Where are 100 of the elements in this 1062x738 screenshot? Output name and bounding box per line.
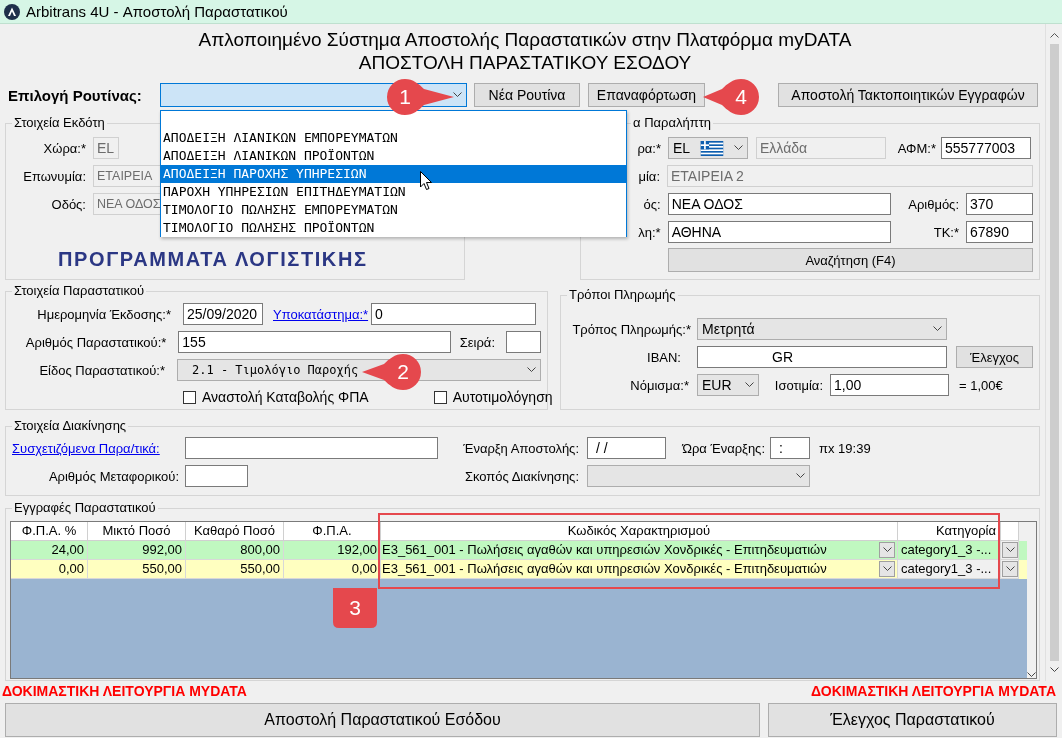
input-field[interactable]: ΝΕΑ ΟΔΟΣ [667,193,891,215]
app-icon [4,3,20,20]
scroll-down-icon [1049,667,1059,673]
dropdown-option[interactable]: ΤΙΜΟΛΟΓΙΟ ΠΩΛΗΣΗΣ ΕΜΠΟΡΕΥΜΑΤΩΝ [161,201,626,219]
chevron-down-icon [933,326,942,332]
field-label: Σειρά: [458,334,495,350]
input-field[interactable]: 370 [966,193,1033,215]
country-dropdown[interactable]: EL [668,137,748,159]
section-title: Στοιχεία Διακίνησης [13,418,128,434]
checkbox[interactable] [183,390,196,404]
input-field[interactable]: : [770,437,810,459]
chevron-down-icon [527,367,536,373]
input-field[interactable]: 25/09/2020 [183,303,263,325]
routine-label: Επιλογή Ρουτίνας: [7,86,143,104]
section-title: Εγγραφές Παραστατικού [13,500,157,516]
input-field[interactable]: / / [587,437,666,459]
field-label: Ισοτιμία: [773,377,823,393]
dropdown-option[interactable]: ΑΠΟΔΕΙΞΗ ΠΑΡΟΧΗΣ ΥΠΗΡΕΣΙΩΝ [161,165,626,183]
currency-dropdown[interactable]: EUR [697,374,759,396]
field-label: Τρόπος Πληρωμής:* [571,321,691,337]
dropdown-option[interactable]: ΑΠΟΔΕΙΞΗ ΛΙΑΝΙΚΩΝ ΠΡΟΪΟΝΤΩΝ [161,147,626,165]
input-field[interactable]: GR [697,346,947,368]
send-records-button[interactable]: Αποστολή Τακτοποιητικών Εγγραφών [778,83,1038,107]
column-header: Φ.Π.Α. [284,522,381,541]
chevron-down-icon [453,92,462,98]
dropdown-button[interactable] [879,561,895,577]
cursor-icon [420,171,433,191]
reload-button[interactable]: Επαναφόρτωση [588,83,705,107]
input-field[interactable]: 67890 [966,221,1033,243]
check-document-button[interactable]: Έλεγχος Παραστατικού [768,703,1057,737]
branch-link[interactable]: Υποκατάστημα:* [263,306,371,322]
cell-text: E3_561_001 - Πωλήσεις αγαθών και υπηρεσιών Χονδρικές - Επιτηδευματιών [382,560,827,578]
field-label: ός: [642,196,661,212]
field-label: Αριθμός Μεταφορικού: [47,468,179,484]
cell-text: category1_3 -... [901,560,992,578]
related-documents-link[interactable]: Συσχετιζόμενα Παρα/τικά: [12,440,179,456]
time-hint: πx 19:39 [819,440,871,456]
dropdown-option[interactable]: ΠΑΡΟΧΗ ΥΠΗΡΕΣΙΩΝ ΕΠΙΤΗΔΕΥΜΑΤΙΩΝ [161,183,626,201]
field-label: Επωνυμία: [22,168,86,184]
chevron-down-icon [734,145,743,151]
checkbox-label: Αυτοτιμολόγηση [452,389,553,405]
input-field[interactable] [185,437,438,459]
field-label: Ώρα Έναρξης: [681,440,765,456]
scroll-down-icon [1027,672,1036,678]
scroll-up-icon [1049,32,1059,38]
input-field[interactable]: 155 [178,331,452,353]
input-field[interactable]: ΑΘΗΝΑ [667,221,891,243]
checkbox[interactable] [433,390,447,404]
field-label: Χώρα:* [42,140,86,156]
callout-badge: 4 [703,78,760,116]
callout-badge: 2 [362,353,422,391]
combo-cell[interactable]: E3_561_001 - Πωλήσεις αγαθών και υπηρεσιών Χονδρικές - Επιτηδευματιών [381,541,898,560]
section-title: Στοιχεία Εκδότη [13,115,106,131]
section-title: Τρόποι Πληρωμής [568,287,677,303]
checkbox-label: Αναστολή Καταβολής ΦΠΑ [202,389,369,405]
column-header: Κωδικός Χαρακτηρισμού [381,522,898,541]
send-document-button[interactable]: Αποστολή Παραστατικού Εσόδου [5,703,760,737]
input-field[interactable]: 0 [371,303,536,325]
cell-text: category1_3 -... [901,541,992,559]
combo-cell[interactable]: category1_3 -... [898,541,1001,560]
callout-badge: 3 [333,588,377,628]
table-cell: 0,00 [284,560,381,579]
payment-method-dropdown[interactable]: Μετρητά [697,318,947,340]
flag-icon [700,140,725,156]
scrollbar[interactable] [1045,24,1062,681]
field-label: Αριθμός: [907,196,959,212]
chevron-down-icon [1005,566,1015,572]
section-title: Στοιχεία Παραστατικού [13,283,146,299]
input-field[interactable] [185,465,248,487]
field-label: Νόμισμα:* [629,377,689,393]
field-label: Έναρξη Αποστολής: [462,440,579,456]
table-cell: 550,00 [186,560,284,579]
combo-cell[interactable]: E3_561_001 - Πωλήσεις αγαθών και υπηρεσιών Χονδρικές - Επιτηδευματιών [381,560,898,579]
field-label: Σκοπός Διακίνησης: [463,468,579,484]
table-cell: 0,00 [11,560,88,579]
cell-text: E3_561_001 - Πωλήσεις αγαθών και υπηρεσιών Χονδρικές - Επιτηδευματιών [382,541,827,559]
field-label: μία: [637,168,660,184]
input-field[interactable] [506,331,541,353]
input-field[interactable]: 555777003 [941,137,1031,159]
page-subtitle: ΑΠΟΣΤΟΛΗ ΠΑΡΑΣΤΑΤΙΚΟΥ ΕΣΟΔΟΥ [358,51,692,74]
dropdown-option[interactable]: ΑΠΟΔΕΙΞΗ ΛΙΑΝΙΚΩΝ ΕΜΠΟΡΕΥΜΑΤΩΝ [161,129,626,147]
table-cell: 192,00 [284,541,381,560]
rate-equivalent: = 1,00€ [959,377,1003,393]
column-header: Κατηγορία [898,522,1001,541]
table-cell: 550,00 [88,560,186,579]
field-label: Είδος Παραστατικού:* [38,362,165,378]
column-header: Φ.Π.Α. % [11,522,88,541]
column-header: Μικτό Ποσό [88,522,186,541]
input-field[interactable]: 1,00 [830,374,949,396]
search-button[interactable]: Αναζήτηση (F4) [668,248,1033,272]
field-label: IBAN: [646,349,681,365]
combo-cell[interactable]: category1_3 -... [898,560,1001,579]
check-button[interactable]: Έλεγχος [956,346,1033,368]
new-routine-button[interactable]: Νέα Ρουτίνα [474,83,580,107]
table-cell: 24,00 [11,541,88,560]
dropdown-option[interactable]: ΤΙΜΟΛΟΓΙΟ ΠΩΛΗΣΗΣ ΠΡΟΪΟΝΤΩΝ [161,219,626,237]
dropdown-button[interactable] [879,542,895,558]
page-title: Απλοποιημένο Σύστημα Αποστολής Παραστατικών στην Πλατφόρμα myDATA [198,28,852,51]
field-label: Αριθμός Παραστατικού:* [24,334,167,350]
column-header: Καθαρό Ποσό [186,522,284,541]
